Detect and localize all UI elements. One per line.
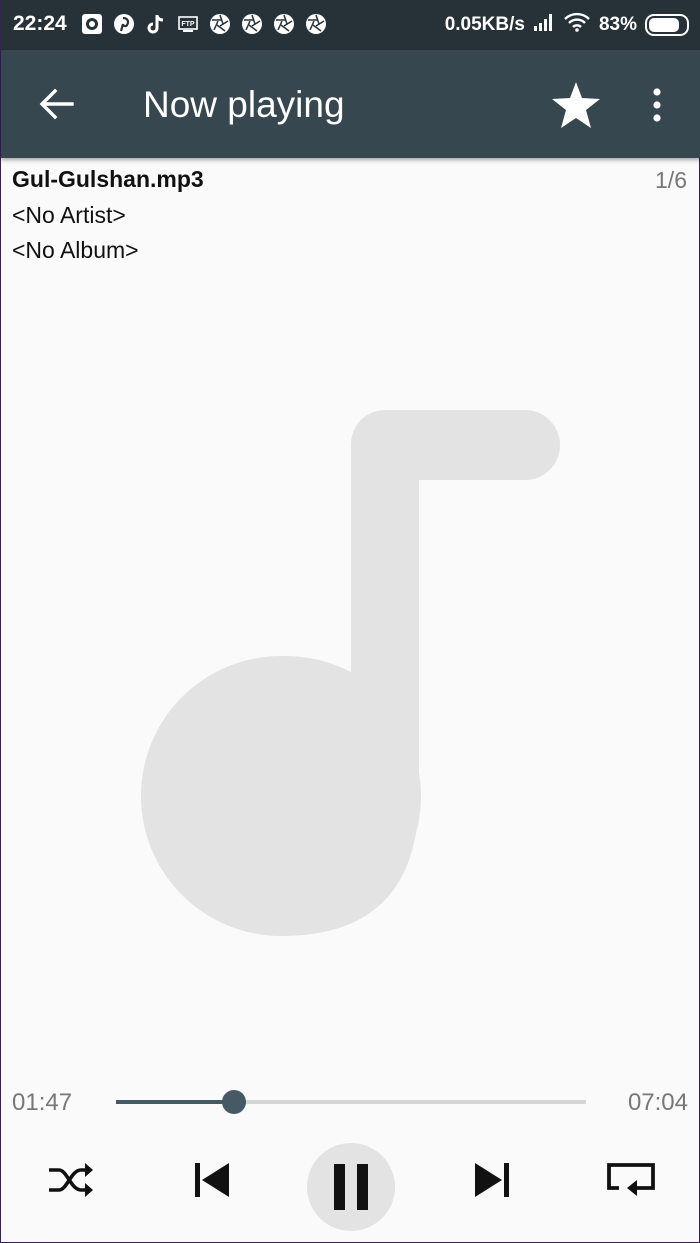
signal-icon (533, 12, 555, 38)
track-album: <No Album> (12, 237, 139, 263)
aperture-icon (273, 13, 295, 35)
aperture-icon (241, 13, 263, 35)
shuffle-icon (49, 1163, 93, 1197)
seek-thumb[interactable] (221, 1090, 246, 1114)
more-options-button[interactable] (637, 80, 677, 130)
status-right: 0.05KB/s 83% (445, 12, 689, 38)
back-button[interactable] (29, 80, 83, 128)
shuffle-button[interactable] (39, 1160, 103, 1200)
total-time: 07:04 (627, 1089, 688, 1116)
battery-percent: 83% (598, 14, 637, 35)
aperture-icon (305, 13, 327, 35)
notification-icons: FTP (81, 13, 327, 35)
pause-icon (334, 1164, 368, 1210)
more-vert-icon (653, 88, 661, 122)
star-icon (552, 82, 600, 128)
camera-icon (81, 13, 103, 35)
app-bar: Now playing (1, 50, 700, 158)
music-note-icon (141, 410, 560, 936)
play-pause-button[interactable] (307, 1143, 395, 1231)
seek-bar[interactable] (116, 1090, 586, 1114)
aperture-icon (209, 13, 231, 35)
next-button[interactable] (467, 1158, 517, 1202)
pinterest-icon (113, 13, 135, 35)
status-time: 22:24 (13, 12, 67, 35)
svg-text:FTP: FTP (181, 21, 195, 28)
arrow-back-icon (39, 88, 74, 120)
favorite-button[interactable] (549, 78, 603, 132)
elapsed-time: 01:47 (12, 1089, 73, 1116)
ftp-icon: FTP (177, 13, 199, 35)
battery-fill (649, 18, 679, 32)
track-title: Gul-Gulshan.mp3 (12, 166, 204, 192)
skip-next-icon (475, 1163, 509, 1197)
status-bar: 22:24 FTP 0.05KB/s 83% (1, 0, 700, 50)
net-speed: 0.05KB/s (444, 14, 525, 35)
page-title: Now playing (143, 84, 345, 125)
wifi-icon (563, 12, 591, 38)
repeat-icon (607, 1163, 655, 1196)
track-artist: <No Artist> (12, 202, 126, 228)
seek-progress (116, 1100, 234, 1104)
tiktok-icon (145, 13, 167, 35)
skip-previous-icon (195, 1163, 229, 1197)
battery-icon (645, 14, 689, 36)
previous-button[interactable] (187, 1158, 237, 1202)
track-index: 1/6 (655, 167, 687, 193)
repeat-button[interactable] (599, 1160, 663, 1200)
